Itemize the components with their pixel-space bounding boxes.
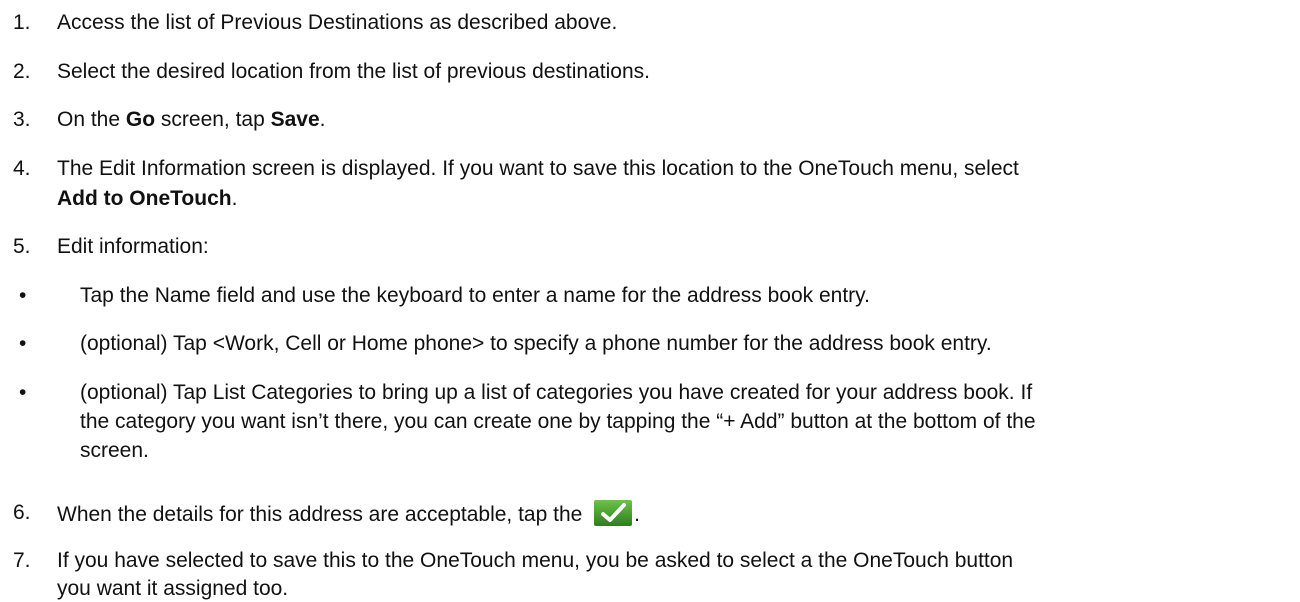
step-text-part: . (319, 108, 326, 131)
step-text-part: screen, tap (155, 108, 271, 131)
step-number: 6. (13, 501, 31, 524)
step-number: 3. (13, 108, 31, 131)
step-text: you want it assigned too. (57, 577, 289, 600)
bullet-text: Tap the Name field and use the keyboard … (80, 284, 870, 307)
step-text: If you have selected to save this to the… (57, 549, 1014, 572)
save-label: Save (270, 108, 320, 131)
step-text: The Edit Information screen is displayed… (57, 157, 1019, 180)
step-text-part: On the (57, 108, 126, 131)
step-text: When the details for this address are ac… (57, 500, 640, 528)
step-text: Select the desired location from the lis… (57, 60, 650, 83)
step-text: On the Go screen, tap Save. (57, 107, 326, 133)
bullet-text: screen. (80, 439, 149, 462)
bullet-text: (optional) Tap <Work, Cell or Home phone… (80, 332, 992, 355)
step-text: Edit information: (57, 235, 209, 258)
bullet-symbol: • (19, 381, 27, 404)
step-text: Add to OneTouch. (57, 186, 237, 212)
bullet-symbol: • (19, 332, 27, 355)
step-number: 5. (13, 235, 31, 258)
bullet-text: the category you want isn’t there, you c… (80, 410, 1036, 433)
step-text: Access the list of Previous Destinations… (57, 11, 618, 34)
step-number: 1. (13, 11, 31, 34)
step-text-part: . (634, 503, 640, 526)
checkmark-icon (594, 500, 633, 526)
step-number: 7. (13, 549, 31, 572)
bullet-symbol: • (19, 284, 27, 307)
go-label: Go (125, 108, 156, 131)
bullet-text: (optional) Tap List Categories to bring … (80, 381, 1033, 404)
add-to-onetouch-label: Add to OneTouch (57, 187, 232, 210)
step-number: 2. (13, 60, 31, 83)
step-text-part: . (231, 187, 238, 210)
step-text-part: When the details for this address are ac… (57, 503, 589, 526)
step-number: 4. (13, 157, 31, 180)
